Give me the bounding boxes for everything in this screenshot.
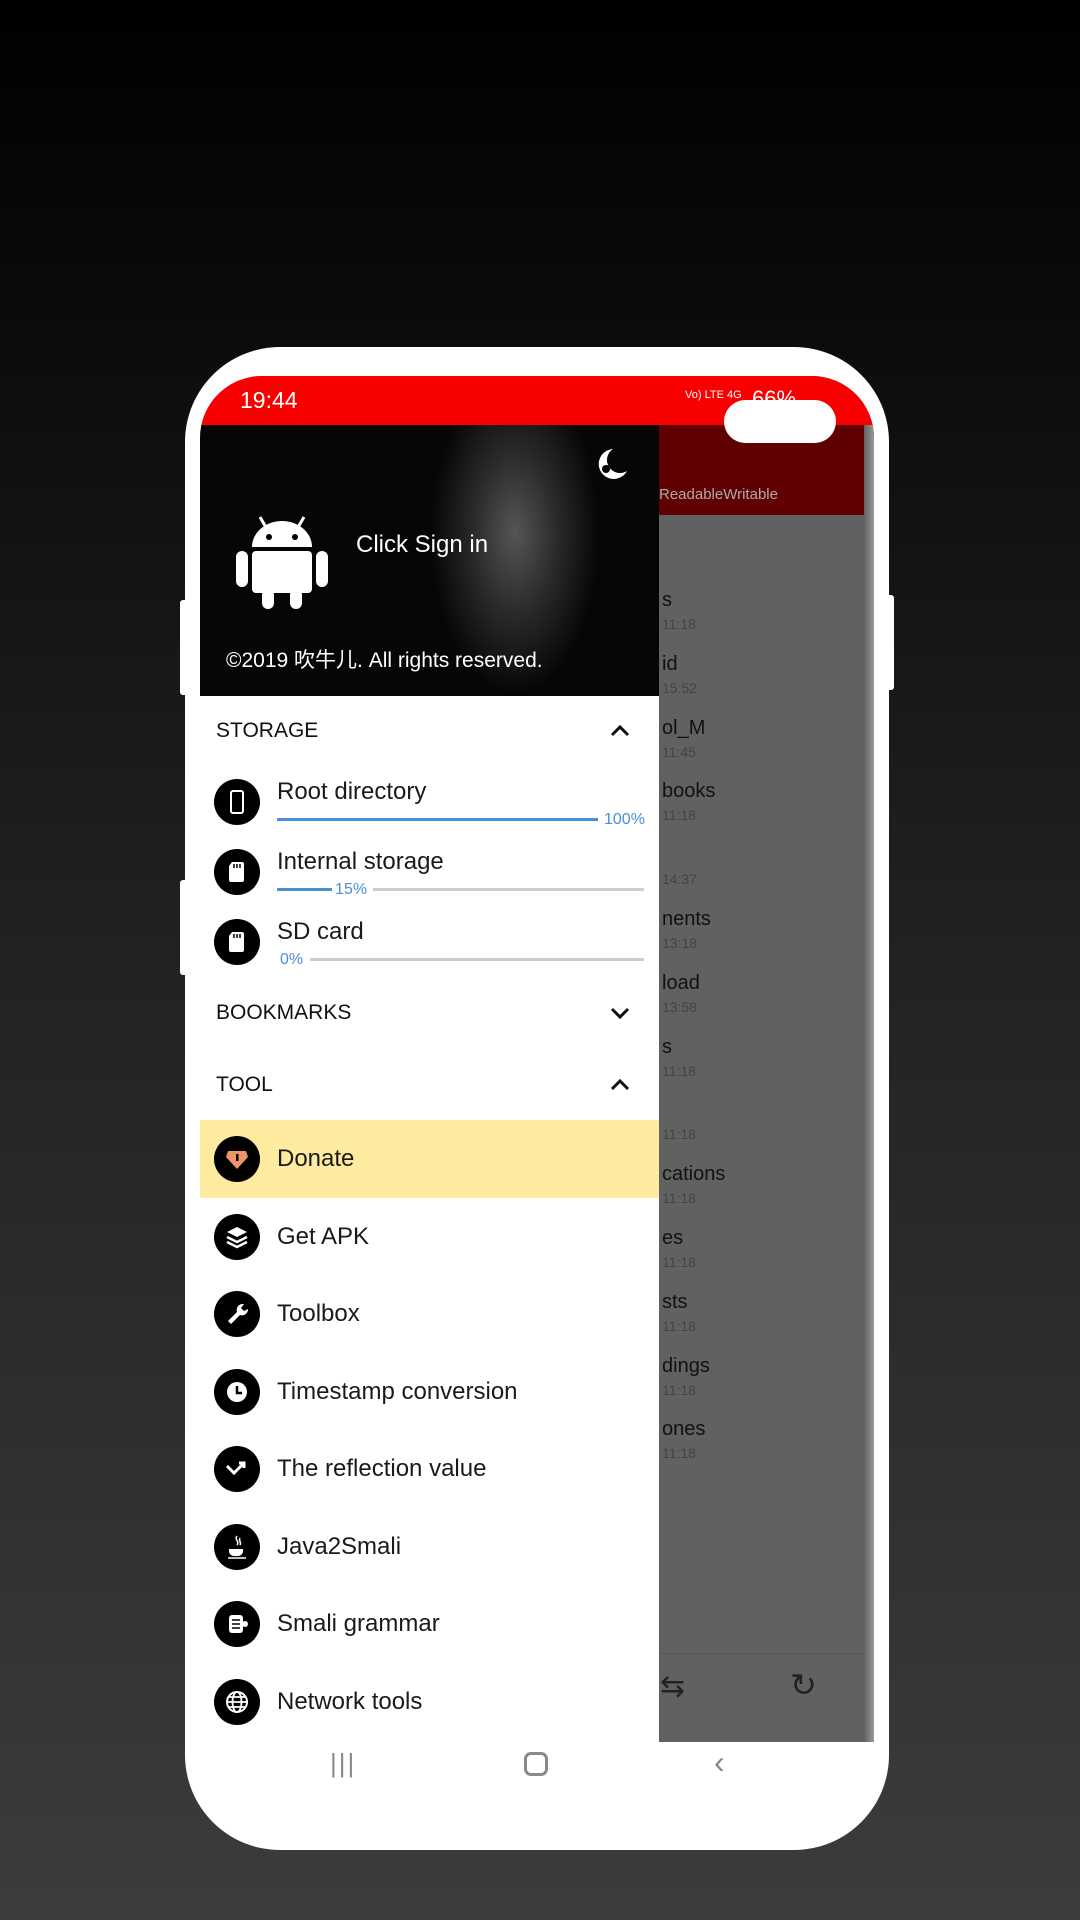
usage-percent: 15% <box>335 881 368 898</box>
file-name[interactable]: ol_M <box>662 717 705 740</box>
smali-icon <box>214 1601 260 1647</box>
file-date: 15:52 <box>662 679 698 696</box>
tool-item[interactable] <box>200 1120 659 1198</box>
storage-section-title: STORAGE <box>216 719 319 742</box>
recents-icon[interactable]: ||| <box>330 1748 356 1779</box>
file-name[interactable]: cations <box>662 1163 725 1186</box>
tool-label: Java2Smali <box>277 1532 402 1560</box>
copyright-text: ©2019 吹牛儿. All rights reserved. <box>226 649 543 672</box>
tool-item[interactable] <box>200 1663 659 1741</box>
usage-percent: 0% <box>280 951 304 968</box>
java-icon <box>214 1523 260 1570</box>
donate-gem-icon <box>214 1136 260 1182</box>
file-date: 13:18 <box>662 935 698 951</box>
tool-label: Toolbox <box>277 1300 360 1327</box>
refresh-icon[interactable]: ↻ <box>790 1666 817 1704</box>
tool-item[interactable] <box>200 1275 659 1353</box>
file-date: 11:18 <box>662 807 696 824</box>
wrench-icon <box>214 1291 260 1337</box>
file-date: 11:18 <box>662 1126 696 1143</box>
chevron-up-icon[interactable] <box>606 1071 634 1099</box>
volume-button <box>180 600 188 695</box>
usage-bar-fill <box>277 888 333 891</box>
usage-bar-fill <box>277 818 598 821</box>
tool-item[interactable] <box>200 1198 659 1276</box>
tool-item[interactable] <box>200 1508 659 1586</box>
tool-section-title: TOOL <box>216 1073 273 1096</box>
file-name[interactable]: books <box>662 780 715 803</box>
file-name[interactable]: es <box>662 1227 683 1250</box>
file-name[interactable]: dings <box>662 1355 710 1378</box>
home-icon[interactable] <box>524 1752 548 1776</box>
file-date: 11:18 <box>662 1381 696 1398</box>
usage-percent: 100% <box>604 811 645 828</box>
file-date: 14:37 <box>662 871 698 888</box>
storage-label: SD card <box>277 918 364 945</box>
swap-icon[interactable]: ⇆ <box>660 1669 685 1704</box>
file-name[interactable]: ones <box>662 1418 705 1441</box>
storage-item[interactable] <box>200 910 659 976</box>
scrollbar[interactable] <box>864 425 874 1742</box>
storage-item[interactable] <box>200 770 659 836</box>
system-nav-bar: ||| ‹ <box>200 1742 874 1790</box>
trend-icon <box>214 1446 260 1492</box>
layers-icon <box>214 1213 260 1260</box>
file-name[interactable]: nents <box>662 908 711 931</box>
file-name[interactable]: s <box>662 1036 672 1059</box>
permission-subtitle: ReadableWritable <box>659 486 778 503</box>
android-avatar-icon[interactable] <box>232 509 332 609</box>
tool-label: Timestamp conversion <box>277 1377 518 1405</box>
tool-label: The reflection value <box>277 1455 487 1482</box>
file-date: 11:45 <box>662 743 696 760</box>
chevron-up-icon[interactable] <box>606 717 634 745</box>
sd-card-icon <box>214 849 260 895</box>
file-date: 11:18 <box>662 1445 696 1462</box>
sd-card-icon <box>214 919 260 965</box>
file-name[interactable]: sts <box>662 1291 688 1314</box>
file-name[interactable]: load <box>662 972 700 995</box>
usage-bar-track <box>373 888 644 891</box>
clock-icon <box>214 1368 260 1415</box>
file-date: 11:18 <box>662 1190 696 1207</box>
tool-label: Smali grammar <box>277 1610 440 1637</box>
tool-label: Network tools <box>277 1687 423 1715</box>
back-icon[interactable]: ‹ <box>714 1744 725 1781</box>
status-time: 19:44 <box>240 387 298 413</box>
night-mode-icon[interactable] <box>595 447 629 481</box>
tool-label: Get APK <box>277 1222 370 1250</box>
file-date: 11:18 <box>662 616 696 632</box>
power-button <box>886 595 894 690</box>
file-name[interactable]: id <box>662 653 678 676</box>
volume-button <box>180 880 188 975</box>
file-date: 11:18 <box>662 1317 696 1334</box>
file-date: 13:58 <box>662 998 698 1015</box>
phone-icon <box>214 779 260 825</box>
network-indicator: Vo) LTE 4G <box>685 389 742 401</box>
tool-label: Donate <box>277 1145 355 1172</box>
bookmarks-section-title: BOOKMARKS <box>216 1001 352 1024</box>
storage-label: Root directory <box>277 778 427 805</box>
globe-icon <box>214 1678 260 1725</box>
camera-cutout <box>724 400 836 443</box>
storage-label: Internal storage <box>277 848 444 875</box>
file-name[interactable]: s <box>662 589 672 612</box>
navigation-drawer: Click Sign in ©2019 吹牛儿. All rights rese… <box>200 425 659 1742</box>
sign-in-link[interactable]: Click Sign in <box>356 531 488 559</box>
drawer-header: Click Sign in ©2019 吹牛儿. All rights rese… <box>200 425 659 696</box>
divider <box>659 1653 874 1654</box>
file-date: 11:18 <box>662 1062 696 1079</box>
screen: 19:44 Vo) LTE 4G 66% ⋮ ReadableWritable … <box>200 376 874 1742</box>
file-date: 11:18 <box>662 1254 696 1270</box>
chevron-down-icon[interactable] <box>606 999 634 1027</box>
usage-bar-track <box>310 958 644 961</box>
